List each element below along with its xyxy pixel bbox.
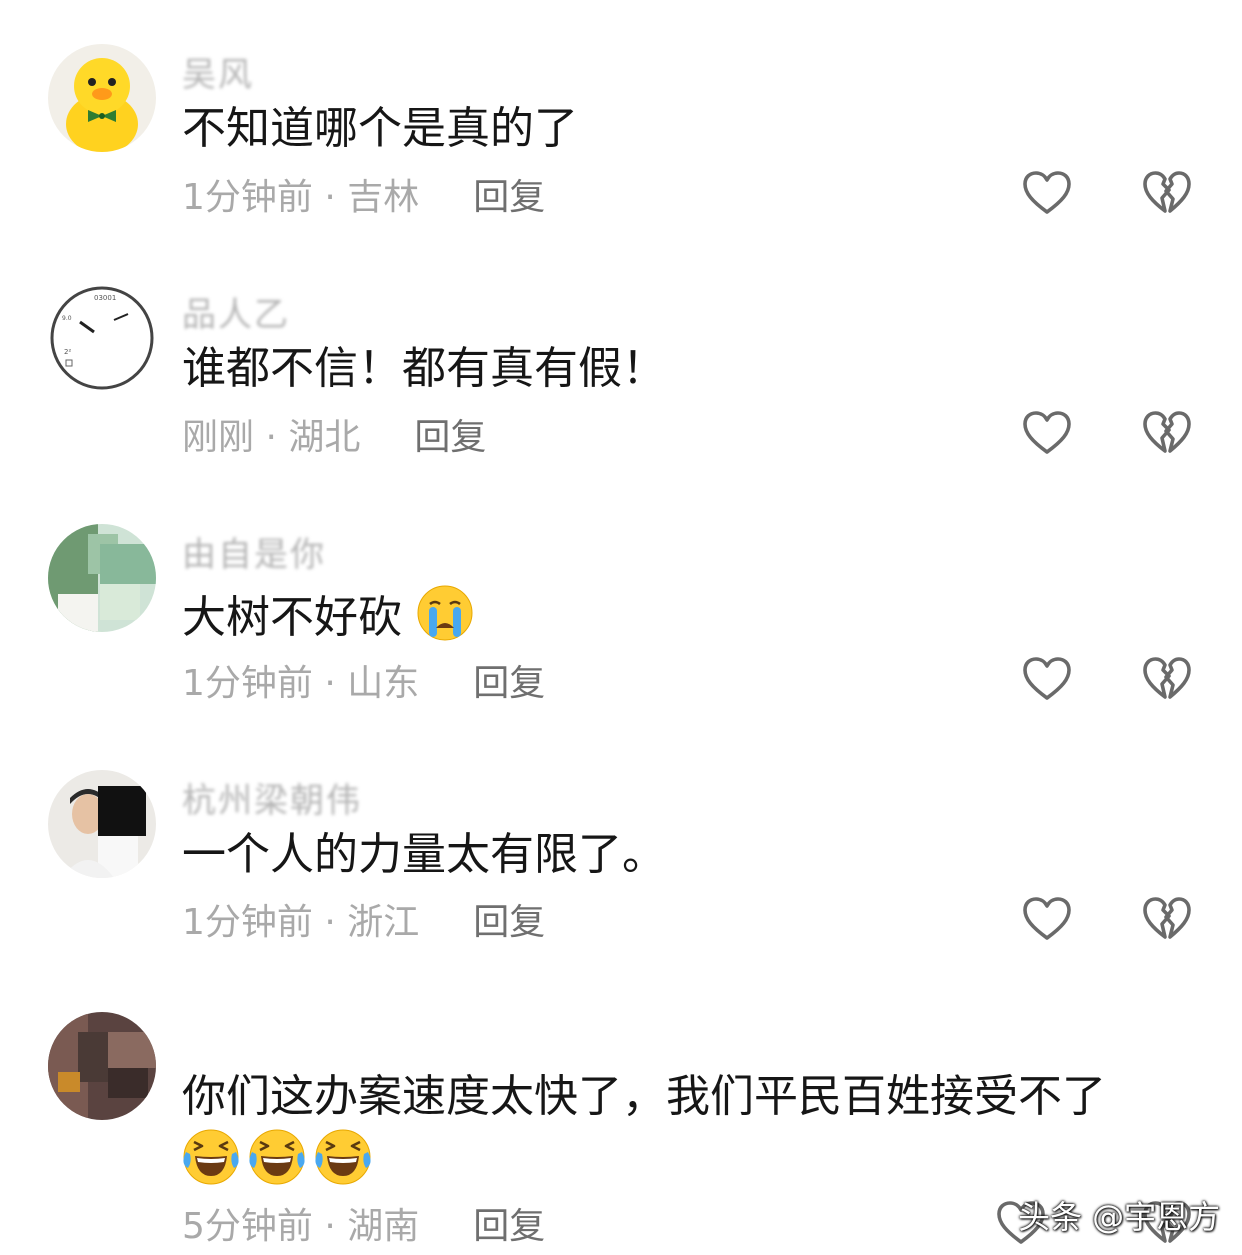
rolling-laughing-face-icon [248,1128,306,1186]
comment-text-content: 你们这办案速度太快了，我们平民百姓接受不了 [182,1071,1106,1122]
heart-outline-icon[interactable] [1022,410,1072,456]
reply-button[interactable]: 回复 [473,654,545,706]
time-location: 5分钟前 · 湖南 [182,1206,420,1247]
avatar[interactable]: 03001 9.0 2² [48,284,156,392]
time-location: 1分钟前 · 浙江 [182,902,420,943]
comment-meta: 1分钟前 · 吉林 回复 [182,168,545,220]
rolling-laughing-face-icon [182,1128,240,1186]
reply-button[interactable]: 回复 [473,1197,545,1249]
reply-button[interactable]: 回复 [473,893,545,945]
comment-text-content: 谁都不信！都有真有假！ [182,343,666,394]
comment-text: 你们这办案速度太快了，我们平民百姓接受不了 [182,1068,1106,1126]
time-location: 1分钟前 · 吉林 [182,177,420,218]
portrait-avatar-icon [48,524,156,632]
rolling-laughing-face-icon [314,1128,372,1186]
avatar[interactable] [48,1012,156,1120]
avatar[interactable] [48,44,156,152]
username[interactable]: 品人乙 [182,298,290,332]
broken-heart-icon[interactable] [1142,170,1192,216]
heart-outline-icon[interactable] [1022,170,1072,216]
username[interactable]: 杭州梁朝伟 [182,784,362,818]
comment-text-content: 不知道哪个是真的了 [182,103,578,154]
broken-heart-icon[interactable] [1142,656,1192,702]
time-location: 刚刚 · 湖北 [182,417,361,458]
heart-outline-icon[interactable] [1022,656,1072,702]
username[interactable]: 吴风 [182,58,254,92]
comment-meta: 1分钟前 · 山东 回复 [182,654,545,706]
heart-outline-icon[interactable] [1022,896,1072,942]
emoji-row [182,1128,372,1186]
comment-text: 不知道哪个是真的了 [182,100,578,158]
comment-meta: 5分钟前 · 湖南 回复 [182,1197,545,1249]
svg-text:03001: 03001 [94,294,116,302]
comment-text: 一个人的力量太有限了。 [182,826,666,884]
reply-button[interactable]: 回复 [414,408,486,460]
time-location: 1分钟前 · 山东 [182,663,420,704]
username[interactable]: 由自是你 [182,538,326,572]
clock-avatar-icon: 03001 9.0 2² [48,284,156,392]
comment-meta: 1分钟前 · 浙江 回复 [182,893,545,945]
crying-face-icon [416,584,474,642]
broken-heart-icon[interactable] [1142,896,1192,942]
avatar[interactable] [48,524,156,632]
svg-text:9.0: 9.0 [62,315,72,322]
comment-text: 谁都不信！都有真有假！ [182,340,666,398]
avatar[interactable] [48,770,156,878]
dark-portrait-avatar-icon [48,1012,156,1120]
svg-text:2²: 2² [64,348,71,356]
person-avatar-icon [48,770,156,878]
watermark: 头条 @宇恩方 [1018,1198,1221,1236]
comment-text-content: 一个人的力量太有限了。 [182,829,666,880]
comment-text-content: 大树不好砍 [182,592,402,643]
duck-avatar-icon [48,44,156,152]
reply-button[interactable]: 回复 [473,168,545,220]
comment-meta: 刚刚 · 湖北 回复 [182,408,486,460]
broken-heart-icon[interactable] [1142,410,1192,456]
comment-text: 大树不好砍 [182,584,474,647]
